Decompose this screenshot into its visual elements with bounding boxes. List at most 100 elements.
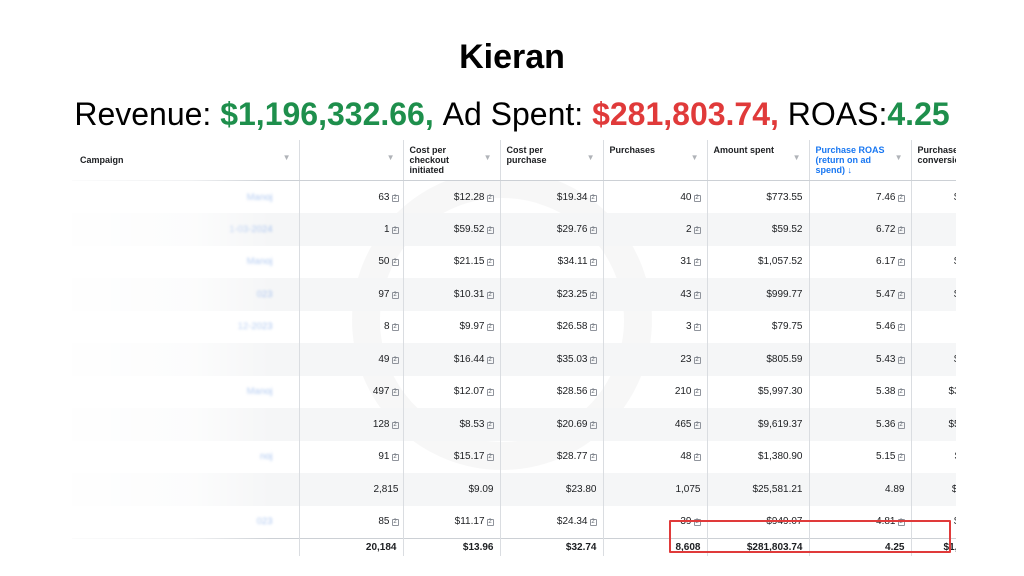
campaign-name[interactable]: Manoj	[80, 192, 293, 203]
table-row[interactable]: 023972$10.312$23.252432$999.775.472$5,47…	[72, 278, 956, 311]
campaign-cell[interactable]: 1-03-2024	[72, 213, 300, 246]
attribution-info-icon[interactable]: 2	[486, 389, 494, 397]
attribution-info-icon[interactable]: 2	[391, 259, 399, 267]
table-row[interactable]: 1-03-202412$59.522$29.76222$59.526.722$4…	[72, 213, 956, 246]
attribution-info-icon[interactable]: 2	[897, 389, 905, 397]
attribution-info-icon[interactable]: 2	[391, 194, 399, 202]
attribution-info-icon[interactable]: 2	[693, 226, 701, 234]
attribution-info-icon[interactable]: 2	[693, 259, 701, 267]
attribution-info-icon[interactable]: 2	[486, 356, 494, 364]
campaign-name[interactable]: Manoj	[80, 256, 293, 267]
campaign-cell[interactable]: noj	[72, 440, 300, 474]
sort-icon[interactable]: ▼	[793, 153, 801, 163]
campaign-cell[interactable]	[72, 473, 300, 506]
table-row[interactable]: noj912$15.172$28.772482$1,380.905.152$7,…	[72, 440, 956, 474]
table-row[interactable]: 492$16.442$35.032232$805.595.432$4,377.9…	[72, 343, 956, 376]
table-row[interactable]: Manoj632$12.282$19.342402$773.557.462$5,…	[72, 180, 956, 214]
attribution-info-icon[interactable]: 2	[486, 194, 494, 202]
cell-value: $21.15	[453, 256, 485, 268]
amount-spent-cell: $59.52	[707, 213, 810, 246]
table-row[interactable]: 023852$11.172$24.342392$949.074.812$4,56…	[72, 505, 956, 539]
attribution-info-icon[interactable]: 2	[486, 259, 494, 267]
attribution-info-icon[interactable]: 2	[897, 356, 905, 364]
attribution-info-icon[interactable]: 2	[486, 454, 494, 462]
attribution-info-icon[interactable]: 2	[391, 519, 399, 527]
column-header-cost-per-purchase[interactable]: Cost per purchase ▼	[500, 140, 604, 182]
attribution-info-icon[interactable]: 2	[391, 421, 399, 429]
attribution-info-icon[interactable]: 2	[391, 454, 399, 462]
campaign-cell[interactable]: Manoj	[72, 245, 300, 279]
cell-value: $23.25	[556, 288, 588, 300]
attribution-info-icon[interactable]: 2	[589, 389, 597, 397]
column-header-amount-spent[interactable]: Amount spent ▼	[707, 140, 810, 182]
attribution-info-icon[interactable]: 2	[486, 324, 494, 332]
campaign-cell[interactable]	[72, 408, 300, 441]
attribution-info-icon[interactable]: 2	[693, 454, 701, 462]
attribution-info-icon[interactable]: 2	[693, 194, 701, 202]
attribution-info-icon[interactable]: 2	[897, 226, 905, 234]
column-header-conversion-value[interactable]: Purchases conversion value▼	[911, 140, 956, 182]
attribution-info-icon[interactable]: 2	[486, 226, 494, 234]
sort-icon[interactable]: ▼	[587, 153, 595, 163]
column-header-checkouts[interactable]: ▼	[299, 140, 404, 182]
attribution-info-icon[interactable]: 2	[693, 389, 701, 397]
attribution-info-icon[interactable]: 2	[897, 324, 905, 332]
attribution-info-icon[interactable]: 2	[391, 389, 399, 397]
campaign-cell[interactable]: 023	[72, 505, 300, 539]
attribution-info-icon[interactable]: 2	[486, 421, 494, 429]
sort-icon[interactable]: ▼	[691, 153, 699, 163]
attribution-info-icon[interactable]: 2	[391, 291, 399, 299]
attribution-info-icon[interactable]: 2	[693, 356, 701, 364]
attribution-info-icon[interactable]: 2	[589, 421, 597, 429]
attribution-info-icon[interactable]: 2	[897, 259, 905, 267]
campaign-name[interactable]: 12-2023	[80, 321, 293, 332]
attribution-info-icon[interactable]: 2	[897, 194, 905, 202]
attribution-info-icon[interactable]: 2	[391, 324, 399, 332]
cell-value: $12.07	[453, 386, 485, 398]
campaign-name[interactable]: 023	[80, 289, 293, 300]
attribution-info-icon[interactable]: 2	[693, 324, 701, 332]
sort-icon[interactable]: ▼	[387, 153, 395, 163]
column-header-campaign[interactable]: Campaign ▼	[72, 140, 300, 182]
attribution-info-icon[interactable]: 2	[589, 291, 597, 299]
column-header-purchase-roas[interactable]: Purchase ROAS (return on ad spend) ↓ ▼	[809, 140, 912, 182]
campaign-cell[interactable]: 12-2023	[72, 310, 300, 344]
campaign-cell[interactable]: Manoj	[72, 180, 300, 214]
attribution-info-icon[interactable]: 2	[589, 356, 597, 364]
attribution-info-icon[interactable]: 2	[391, 226, 399, 234]
attribution-info-icon[interactable]: 2	[589, 226, 597, 234]
attribution-info-icon[interactable]: 2	[897, 291, 905, 299]
campaign-cell[interactable]: Manoj	[72, 375, 300, 409]
column-header-cost-per-checkout[interactable]: Cost per checkout initiated ▼	[403, 140, 501, 182]
table-row[interactable]: 1282$8.532$20.6924652$9,619.375.362$51,5…	[72, 408, 956, 441]
campaign-name[interactable]: Manoj	[80, 386, 293, 397]
sort-icon[interactable]: ▼	[484, 153, 492, 163]
attribution-info-icon[interactable]: 2	[897, 519, 905, 527]
attribution-info-icon[interactable]: 2	[589, 194, 597, 202]
cell-value: 5.15	[876, 451, 896, 463]
attribution-info-icon[interactable]: 2	[693, 291, 701, 299]
sort-icon[interactable]: ▼	[283, 153, 291, 163]
attribution-info-icon[interactable]: 2	[589, 324, 597, 332]
attribution-info-icon[interactable]: 2	[897, 454, 905, 462]
table-row[interactable]: 2,815 $9.09 $23.80 1,075 $25,581.21 4.89 $125,…	[72, 473, 956, 506]
campaign-name[interactable]: 023	[80, 516, 293, 527]
campaign-cell[interactable]	[72, 343, 300, 376]
campaign-name[interactable]: 1-03-2024	[80, 224, 293, 235]
table-row[interactable]: 12-202382$9.972$26.58232$79.755.462$435.…	[72, 310, 956, 344]
attribution-info-icon[interactable]: 2	[486, 519, 494, 527]
attribution-info-icon[interactable]: 2	[693, 421, 701, 429]
table-row[interactable]: Manoj502$21.152$34.112312$1,057.526.172$…	[72, 245, 956, 279]
column-header-purchases[interactable]: Purchases ▼	[603, 140, 708, 182]
attribution-info-icon[interactable]: 2	[589, 519, 597, 527]
attribution-info-icon[interactable]: 2	[486, 291, 494, 299]
sort-icon[interactable]: ▼	[895, 153, 903, 163]
attribution-info-icon[interactable]: 2	[589, 259, 597, 267]
campaign-name[interactable]: noj	[80, 451, 293, 462]
attribution-info-icon[interactable]: 2	[589, 454, 597, 462]
table-row[interactable]: Manoj 497 2 $12.07 2 $28.56 2 210 2 $5,997.30 5.38…	[72, 375, 956, 409]
attribution-info-icon[interactable]: 2	[693, 519, 701, 527]
attribution-info-icon[interactable]: 2	[897, 421, 905, 429]
attribution-info-icon[interactable]: 2	[391, 356, 399, 364]
campaign-cell[interactable]: 023	[72, 278, 300, 311]
